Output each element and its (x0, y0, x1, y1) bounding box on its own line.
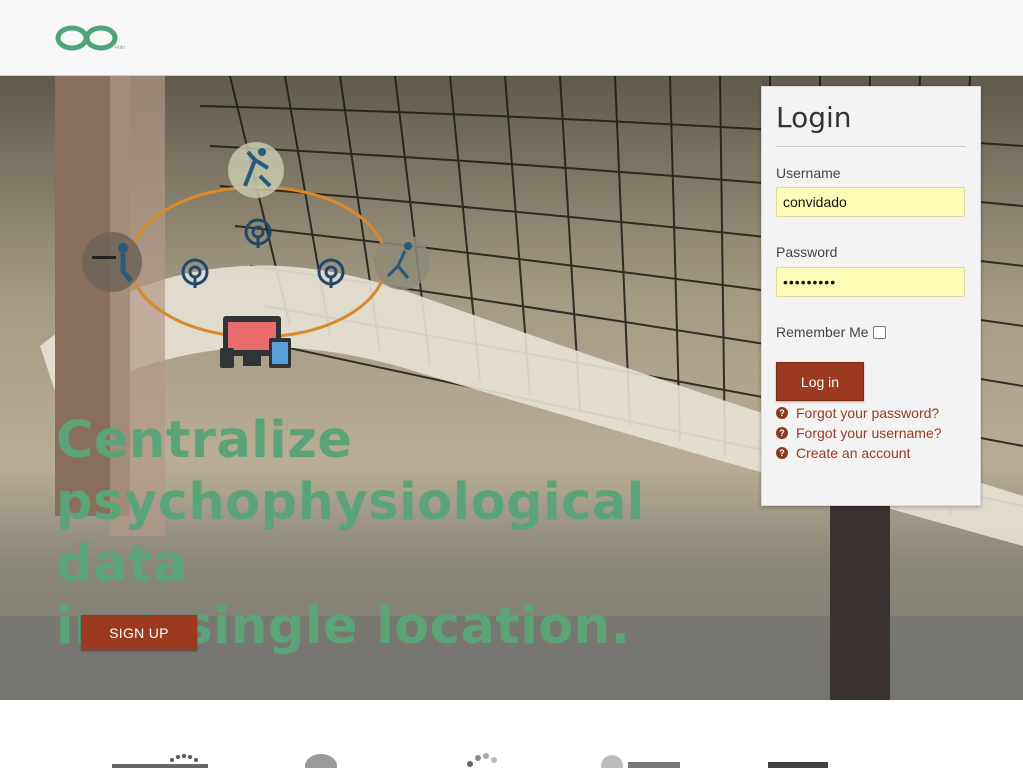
question-circle-icon: ? (776, 427, 788, 439)
link-label[interactable]: Forgot your password? (796, 405, 939, 421)
partner-logo-1-icon (112, 754, 208, 768)
help-links: ? Forgot your password? ? Forgot your us… (776, 403, 942, 463)
login-divider (776, 146, 966, 147)
password-label: Password (776, 244, 838, 260)
link-label[interactable]: Create an account (796, 445, 910, 461)
login-panel: Login Username Password ••••••••• Rememb… (761, 86, 981, 506)
partner-logo-dots-icon (467, 753, 497, 767)
desk-user-icon (82, 232, 142, 292)
create-account-link[interactable]: ? Create an account (776, 443, 942, 463)
infinity-logo-icon (55, 25, 118, 51)
username-input[interactable] (776, 187, 965, 217)
username-label: Username (776, 165, 841, 181)
partner-logo-brain-icon (305, 754, 337, 768)
partners-strip (0, 700, 1023, 768)
remember-me-checkbox[interactable] (873, 326, 886, 339)
partner-logo-superar-icon (601, 755, 680, 768)
partner-logo-5-icon (768, 762, 828, 768)
question-circle-icon: ? (776, 447, 788, 459)
site-logo[interactable]: +info (55, 22, 125, 54)
login-title: Login (776, 101, 852, 134)
logo-tiny-text: +info (114, 45, 125, 51)
link-label[interactable]: Forgot your username? (796, 425, 942, 441)
devices-icon (220, 316, 291, 368)
runner-icon (374, 234, 430, 290)
password-input[interactable]: ••••••••• (776, 267, 965, 297)
log-in-button[interactable]: Log in (776, 362, 864, 401)
question-circle-icon: ? (776, 407, 788, 419)
forgot-password-link[interactable]: ? Forgot your password? (776, 403, 942, 423)
top-navbar: +info (0, 0, 1023, 76)
tennis-player-icon (228, 142, 284, 198)
remember-me-label: Remember Me (776, 324, 869, 340)
sign-up-button[interactable]: SIGN UP (81, 615, 197, 650)
forgot-username-link[interactable]: ? Forgot your username? (776, 423, 942, 443)
